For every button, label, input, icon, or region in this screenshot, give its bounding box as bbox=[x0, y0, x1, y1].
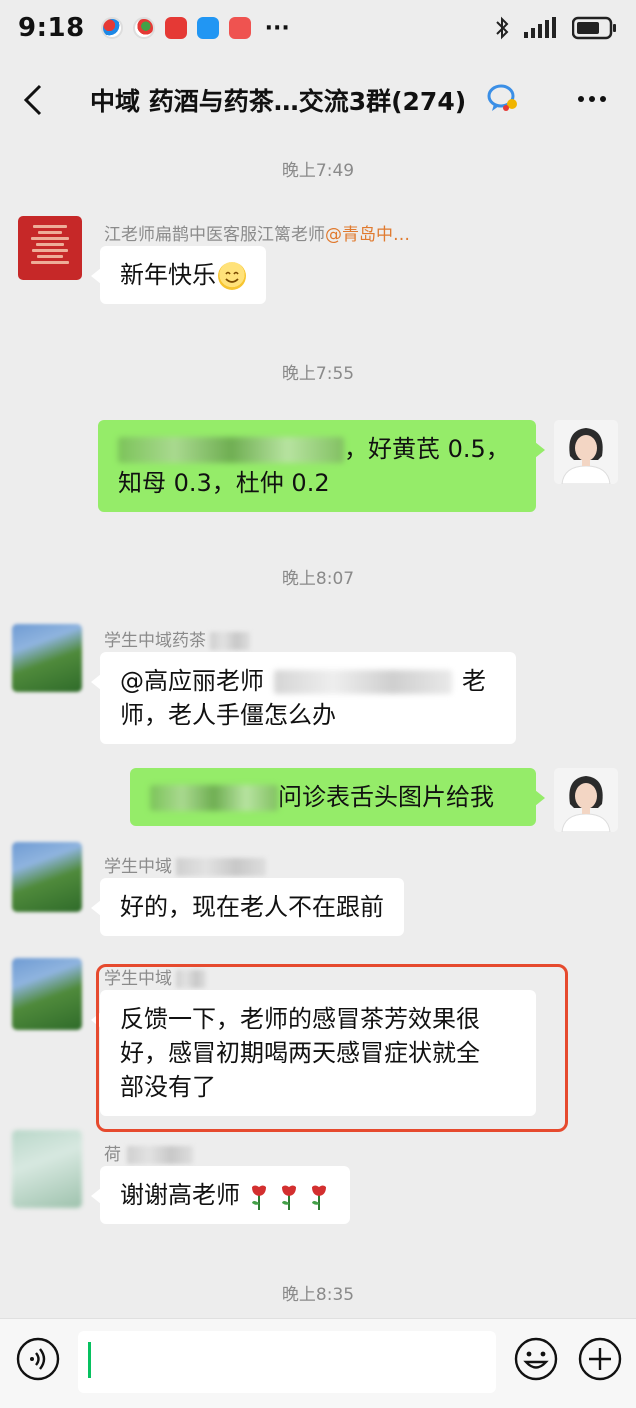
redacted-text bbox=[274, 670, 452, 694]
redacted-text bbox=[127, 1146, 193, 1164]
timestamp: 晚上8:35 bbox=[281, 1285, 355, 1305]
avatar[interactable] bbox=[12, 842, 82, 912]
timestamp: 晚上8:07 bbox=[281, 569, 355, 589]
emoji-button[interactable] bbox=[514, 1337, 558, 1381]
avatar[interactable] bbox=[18, 216, 82, 280]
message-text: 师，老人手僵怎么办 bbox=[120, 701, 336, 729]
more-icon bbox=[578, 96, 606, 102]
avatar[interactable] bbox=[12, 1130, 82, 1208]
redacted-text bbox=[118, 437, 344, 463]
app-notification-icon bbox=[132, 17, 155, 39]
redacted-text bbox=[210, 632, 250, 650]
message-bubble[interactable]: 谢谢高老师 bbox=[91, 1166, 350, 1224]
message-bubble[interactable]: 问诊表舌头图片给我 bbox=[130, 768, 545, 826]
status-time: 9:18 bbox=[18, 13, 85, 43]
back-chevron-icon bbox=[23, 84, 42, 116]
sender-name-text: 学生中域 bbox=[104, 857, 172, 877]
voice-icon bbox=[16, 1337, 60, 1381]
plus-button[interactable] bbox=[578, 1337, 622, 1381]
sender-name: 学生中域 bbox=[104, 852, 266, 877]
message-text: 知母 0.3，杜仲 0.2 bbox=[118, 469, 330, 497]
app-notification-icon bbox=[164, 17, 187, 39]
redacted-text bbox=[176, 858, 266, 876]
message-bubble[interactable]: @高应丽老师 老 师，老人手僵怎么办 bbox=[91, 652, 516, 744]
message-text: 谢谢高老师 bbox=[120, 1181, 240, 1209]
timestamp: 晚上7:49 bbox=[281, 161, 355, 181]
avatar[interactable] bbox=[12, 958, 82, 1030]
avatar[interactable] bbox=[554, 768, 618, 832]
sender-name-text: 荷 bbox=[104, 1145, 121, 1165]
signal-icon bbox=[522, 16, 560, 40]
message-bubble[interactable]: 新年快乐 bbox=[91, 246, 266, 304]
avatar[interactable] bbox=[554, 420, 618, 484]
bluetooth-icon bbox=[494, 16, 510, 40]
more-notifications: ··· bbox=[264, 15, 290, 41]
redacted-text bbox=[150, 785, 278, 811]
text-cursor bbox=[88, 1342, 91, 1378]
timestamp: 晚上7:55 bbox=[281, 364, 355, 384]
emoji-icon bbox=[514, 1337, 558, 1381]
sender-name-text: 学生中域药茶 bbox=[104, 631, 206, 651]
back-button[interactable] bbox=[20, 82, 50, 118]
group-chat-icon[interactable] bbox=[486, 82, 520, 120]
highlight-annotation-box bbox=[96, 964, 568, 1132]
mention-text: @高应丽老师 bbox=[120, 667, 264, 695]
rose-emoji-icon bbox=[308, 1181, 330, 1211]
notification-icons: ··· bbox=[100, 15, 290, 41]
mention-text[interactable]: @青岛中… bbox=[325, 225, 410, 245]
message-bubble[interactable]: ，好黄芪 0.5， 知母 0.3，杜仲 0.2 bbox=[98, 420, 545, 512]
sender-name-text: 江老师扁鹊中医客服江篱老师 bbox=[104, 225, 325, 245]
chat-title[interactable]: 中域 药酒与药茶…交流3群(274) bbox=[90, 82, 466, 118]
message-text: 问诊表舌头图片给我 bbox=[278, 783, 494, 811]
more-button[interactable] bbox=[575, 82, 609, 116]
chat-notification-icon bbox=[196, 17, 219, 39]
message-input[interactable] bbox=[78, 1331, 496, 1393]
sender-name: 学生中域药茶 bbox=[104, 626, 250, 651]
avatar[interactable] bbox=[12, 624, 82, 692]
message-text: 老 bbox=[462, 667, 486, 695]
message-line: ，好黄芪 0.5， bbox=[118, 432, 522, 466]
rose-emoji-icon bbox=[248, 1181, 270, 1211]
status-bar: 9:18 ··· bbox=[0, 0, 636, 56]
message-text: ，好黄芪 0.5， bbox=[344, 435, 510, 463]
message-line: @高应丽老师 老 bbox=[120, 664, 496, 698]
smile-emoji-icon bbox=[218, 262, 246, 290]
message-text: 新年快乐 bbox=[120, 261, 216, 289]
store-notification-icon bbox=[228, 17, 251, 39]
battery-icon bbox=[572, 16, 618, 40]
message-bubble[interactable]: 好的，现在老人不在跟前 bbox=[91, 878, 404, 936]
message-text: 好的，现在老人不在跟前 bbox=[120, 893, 384, 921]
plus-icon bbox=[578, 1337, 622, 1381]
sender-name: 荷 bbox=[104, 1140, 193, 1165]
voice-button[interactable] bbox=[16, 1337, 60, 1381]
sender-name: 江老师扁鹊中医客服江篱老师@青岛中… bbox=[104, 220, 410, 245]
input-bar bbox=[0, 1318, 636, 1408]
app-notification-icon bbox=[100, 17, 123, 39]
chat-header: 中域 药酒与药茶…交流3群(274) bbox=[0, 60, 636, 138]
rose-emoji-icon bbox=[278, 1181, 300, 1211]
